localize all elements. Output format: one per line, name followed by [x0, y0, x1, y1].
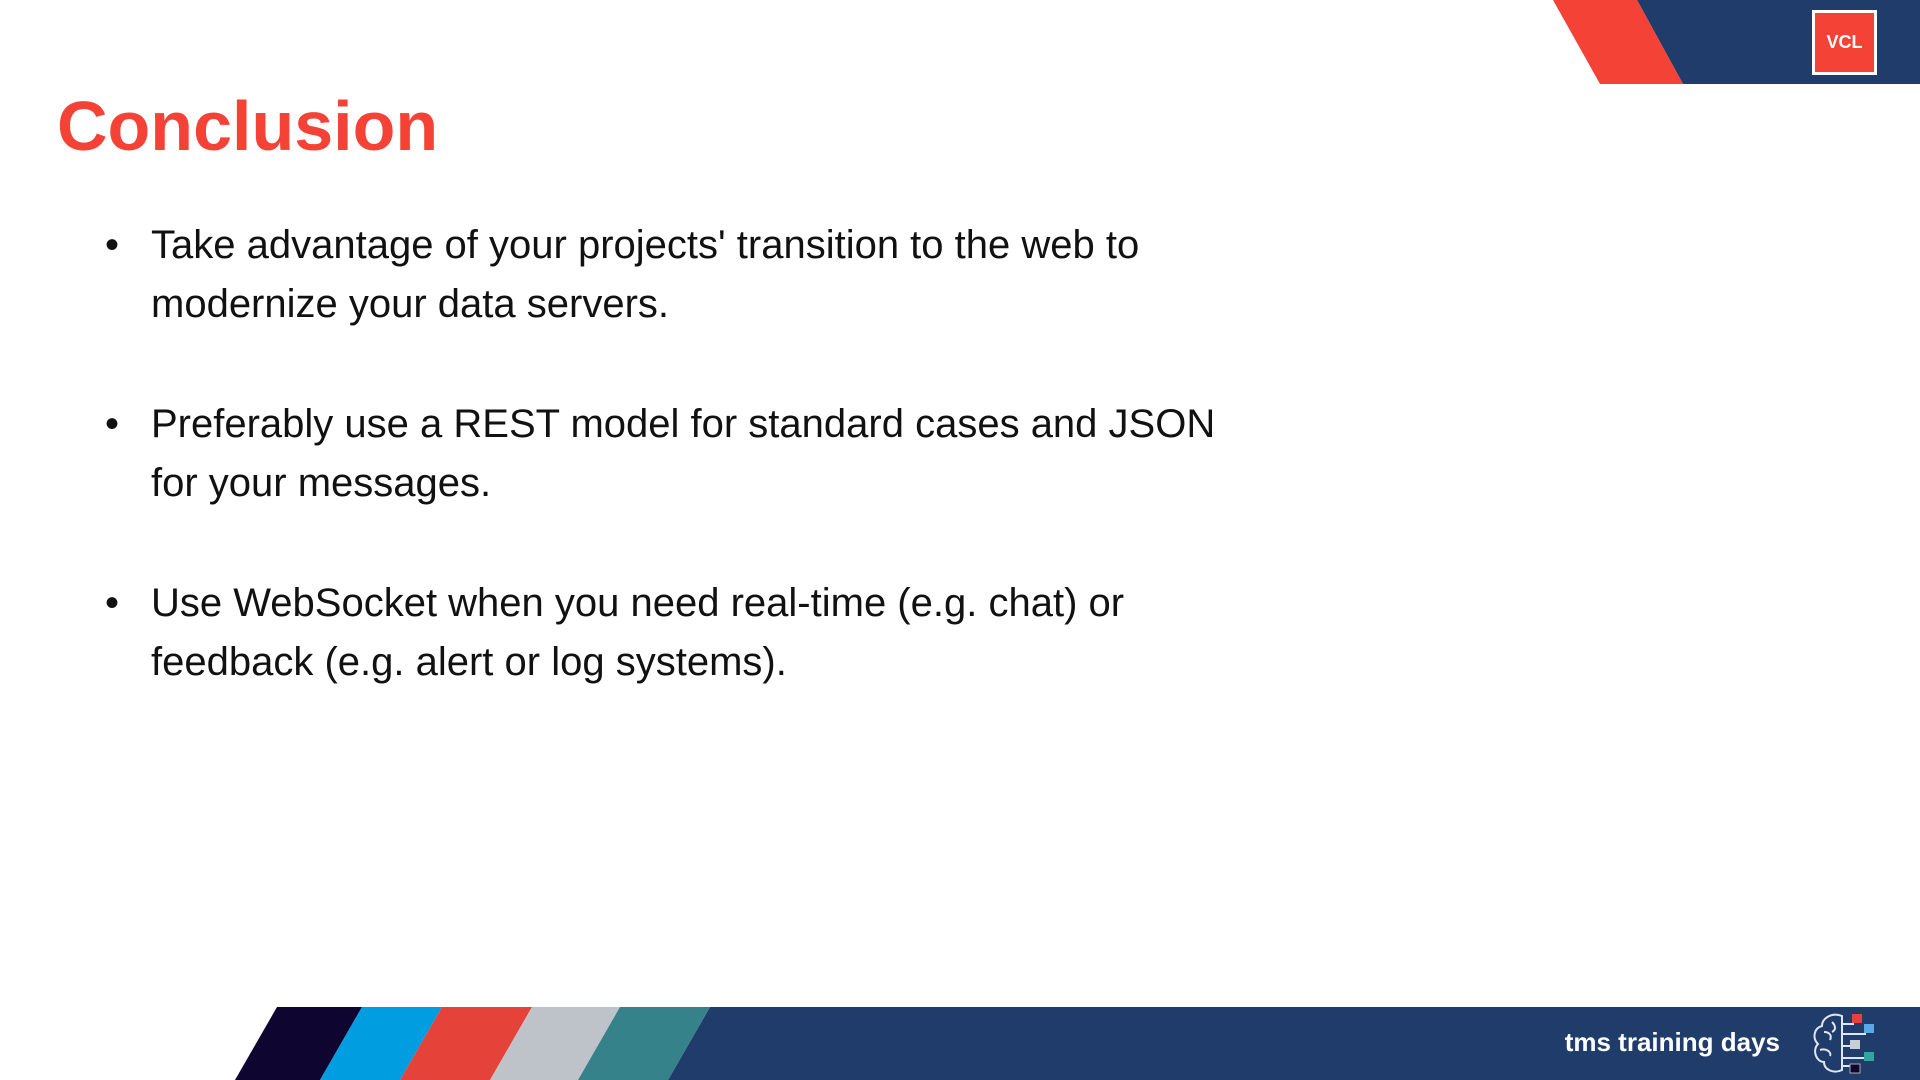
bullet-text: Preferably use a REST model for standard… — [151, 402, 1216, 505]
bullet-icon: • — [105, 223, 120, 267]
vcl-badge: VCL — [1812, 10, 1877, 75]
bullet-item: • Take advantage of your projects' transi… — [105, 216, 1225, 334]
slide-title: Conclusion — [57, 87, 439, 165]
bullet-text: Take advantage of your projects' transit… — [151, 223, 1140, 326]
bullet-item: • Preferably use a REST model for standar… — [105, 395, 1225, 513]
bullet-icon: • — [105, 402, 120, 446]
vcl-badge-label: VCL — [1826, 32, 1863, 52]
bullet-list: • Take advantage of your projects' transi… — [105, 216, 1225, 753]
footer-brand: tms training days — [1564, 1027, 1780, 1057]
bullet-item: • Use WebSocket when you need real-time (… — [105, 574, 1225, 692]
bullet-text: Use WebSocket when you need real-time (e… — [151, 581, 1125, 684]
bullet-icon: • — [105, 581, 120, 625]
